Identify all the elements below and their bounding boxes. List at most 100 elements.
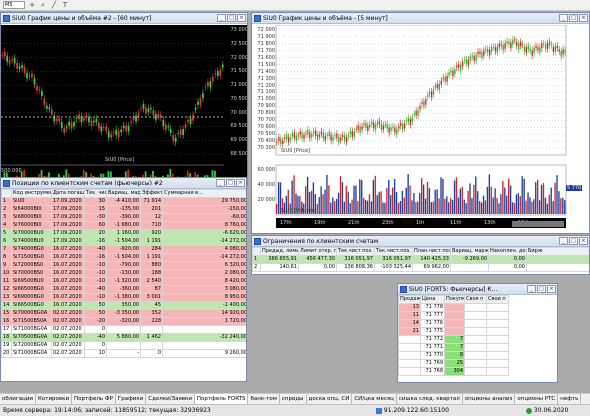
workspace-tab[interactable]: опционы анализ: [463, 394, 516, 404]
orderbook-row[interactable]: 71 768 304: [398, 367, 509, 376]
price-chart-60min[interactable]: 73 000 72 500 72 000 71 500 71 000 70 500 70 0…: [1, 25, 247, 185]
candle-body: [293, 132, 296, 139]
instrument-code: Si69500BU0: [11, 277, 52, 286]
close-button[interactable]: ×: [547, 285, 556, 293]
maximize-button[interactable]: □: [569, 14, 578, 22]
orderbook-window-titlebar[interactable]: SiU0 [FORTS: Фьючерсы] К... _ □ ×: [398, 284, 557, 295]
table-row[interactable]: 11 Si69500BU0 16.07.2020 -10 -1 320,00 2 540 8…: [1, 277, 246, 286]
text-tool-icon[interactable]: T: [61, 1, 69, 9]
table-row[interactable]: 12 Si66500BG0 16.07.2020 -40 -360,00 87 3 080,…: [1, 285, 246, 294]
workspace-tab[interactable]: СИ/цка месяц: [352, 394, 397, 404]
scrollbar[interactable]: [512, 221, 564, 227]
table-row[interactable]: 6 Si74000BU0 17.09.2020 -16 -1 504,00 1 191 -1…: [1, 237, 246, 246]
minimize-button[interactable]: _: [217, 14, 226, 22]
workspace-tab[interactable]: сишка след. квартал: [397, 394, 463, 404]
table-row[interactable]: 13 Si69000BG0 16.07.2020 -10 -1 380,00 3 001 8…: [1, 293, 246, 302]
candle-body: [174, 137, 177, 142]
table-row[interactable]: 8 Si71500BG0 16.07.2020 -16 -1 504,00 1 191 -1…: [1, 253, 246, 262]
workspace-tab[interactable]: Портфель ФР: [72, 394, 116, 404]
table-row[interactable]: 10 Si70000BS0 16.07.2020 -10 -130,00 188 2 080…: [1, 269, 246, 278]
table-row[interactable]: 2 Si64000BI0 17.09.2020 15 -135,00 201 -150,00: [1, 205, 246, 214]
volume-bar: [428, 188, 431, 214]
volume-bar: [361, 180, 363, 214]
table-row[interactable]: 2 140,61 0,00 136 808,36 -103 325,44 69 962,0…: [252, 263, 589, 272]
maximize-button[interactable]: □: [569, 237, 578, 245]
table-row[interactable]: 1 386 655,91 456 477,30 316 051,97 316 051,9…: [252, 255, 589, 264]
table-row[interactable]: 19 Si72000BG0A 02.07.2020 0: [1, 341, 246, 350]
minimize-button[interactable]: _: [559, 237, 568, 245]
table-row[interactable]: 1 SiU0 17.09.2020 30 -4 410,00 71 914 29 750,0…: [1, 197, 246, 206]
workspace-tab[interactable]: нефть: [558, 394, 582, 404]
volume-bar: [422, 184, 425, 214]
table-row[interactable]: 4 Si76000BI0 17.09.2020 60 -1 680,00 710 8 760…: [1, 221, 246, 230]
row-number: 10: [1, 269, 12, 278]
crosshair-icon[interactable]: +: [28, 1, 36, 9]
minimize-button[interactable]: _: [216, 179, 225, 187]
orderbook-row[interactable]: 71 772 7: [398, 335, 509, 344]
chart-window-5min-titlebar[interactable]: SiU0 График цены и объёма - [5 минут] _ …: [252, 13, 589, 24]
net-position: -40: [84, 285, 107, 294]
maximize-button[interactable]: □: [537, 285, 546, 293]
table-row[interactable]: 16 Si71500BS0A 02.07.2020 -20 -320,00 228 1 72…: [1, 317, 246, 326]
volume-bar: [413, 192, 415, 214]
positions-window-titlebar[interactable]: Позиции по клиентским счетам (фьючерсы) …: [1, 178, 246, 189]
effective-price: 1 191: [140, 253, 163, 262]
orderbook-row[interactable]: 11 71 777: [398, 311, 509, 320]
table-row[interactable]: 9 Si72000BS0 16.07.2020 -10 -790,00 880 6 320,…: [1, 261, 246, 270]
maximize-button[interactable]: □: [226, 179, 235, 187]
zoom-icon[interactable]: ⌕: [39, 1, 47, 9]
orderbook-row[interactable]: 13 71 778: [398, 303, 509, 312]
workspace-tab[interactable]: доска опц. СИ: [307, 394, 353, 404]
limits-window-titlebar[interactable]: Ограничения по клиентским счетам _ □ ×: [252, 236, 589, 247]
chart-window-60min-titlebar[interactable]: SiU0 График цены и объёма #2 - [60 минут…: [1, 13, 247, 24]
candle-body: [502, 45, 504, 51]
workspace-tab[interactable]: спреды: [280, 394, 307, 404]
table-header-row: ПродажаЦенаПокупкаСвоя пСвои п: [398, 295, 509, 304]
workspace-tab[interactable]: банк-том: [248, 394, 280, 404]
workspace-tab[interactable]: Портфель FORTS: [194, 394, 249, 404]
workspace-tab[interactable]: Котировки: [36, 394, 73, 404]
volume-bar: [392, 187, 394, 214]
candle-body: [295, 135, 297, 141]
minimize-button[interactable]: _: [559, 14, 568, 22]
minimize-button[interactable]: _: [527, 285, 536, 293]
limit-cell: [526, 263, 589, 272]
orderbook-row[interactable]: 71 770 8: [398, 351, 509, 360]
line-tool-icon[interactable]: ╱: [50, 1, 58, 9]
maximize-button[interactable]: □: [227, 14, 236, 22]
orderbook-row[interactable]: 71 769 25: [398, 359, 509, 368]
orderbook-row[interactable]: 71 771 7: [398, 343, 509, 352]
candle-body: [527, 46, 529, 50]
table-row[interactable]: 14 Si66500BG0 16.07.2020 50 350,00 45 -1 400,0…: [1, 301, 246, 310]
workspace-tab[interactable]: опционы РТС: [515, 394, 559, 404]
variation-margin: -3 350,00: [106, 309, 141, 318]
close-button[interactable]: ×: [236, 179, 245, 187]
workspace-tab[interactable]: Сделки/Заявки: [146, 394, 195, 404]
price-chart-5min[interactable]: 72 000 71 900 71 800 71 700 71 600 71 500 71 4…: [252, 24, 589, 233]
total-value: -1 400,00: [162, 301, 246, 310]
volume-bar: [457, 197, 460, 214]
table-row[interactable]: 18 Si70500BG0A 02.07.2020 -40 5 880,00 1 462-…: [1, 333, 246, 342]
instrument-code: Si70000BG0A: [11, 309, 52, 318]
workspace-tab[interactable]: Графики: [116, 394, 147, 404]
variation-margin: 1 160,00: [106, 229, 141, 238]
candle-body: [554, 45, 557, 52]
net-position: -40: [84, 245, 107, 254]
table-row[interactable]: 17 Si71000BG0A 02.07.2020 0: [1, 325, 246, 334]
orderbook-row[interactable]: 14 71 776: [398, 319, 509, 328]
table-row[interactable]: 5 Si70000BU0 17.09.2020 20 1 160,00 920 -6 620…: [1, 229, 246, 238]
orderbook-row[interactable]: 21 71 775: [398, 327, 509, 336]
close-button[interactable]: ×: [237, 14, 246, 22]
table-row[interactable]: 20 Si71000BG0A 02.07.2020 10-0 9 260,00: [1, 349, 246, 358]
table-row[interactable]: 3 Si68000BI0 17.09.2020 -30 -390,00 12 -60,00: [1, 213, 246, 222]
timeframe-select[interactable]: M5: [3, 1, 25, 9]
candle-body: [322, 132, 325, 139]
sell-volume: [398, 351, 421, 360]
table-row[interactable]: 15 Si70000BG0A 02.07.2020 50 -3 350,00 352 14 …: [1, 309, 246, 318]
close-button[interactable]: ×: [579, 237, 588, 245]
table-row[interactable]: 7 Si74000BG0 16.07.2020 -40 -920,00 284 4 080,…: [1, 245, 246, 254]
workspace-tab[interactable]: облигации: [0, 394, 36, 404]
candle-body: [75, 118, 78, 120]
candle-body: [154, 113, 157, 120]
close-button[interactable]: ×: [579, 14, 588, 22]
